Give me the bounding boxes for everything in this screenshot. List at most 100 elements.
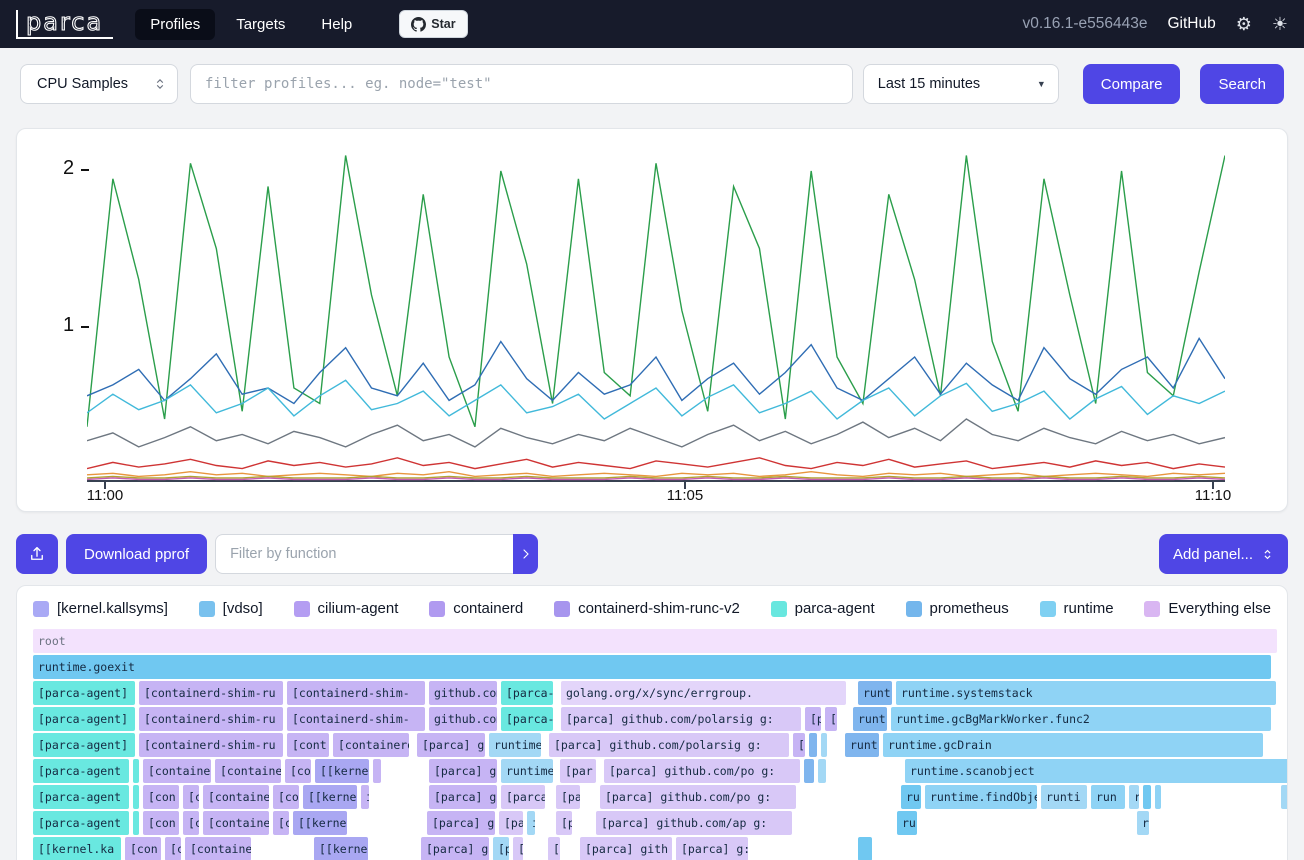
flame-cell[interactable]: root	[33, 629, 1277, 653]
flame-cell[interactable]: [p	[805, 707, 821, 731]
flame-cell[interactable]: [parca] g:	[417, 733, 485, 757]
flame-cell[interactable]: [parca] g:	[421, 837, 489, 860]
flame-cell[interactable]: [cont	[287, 733, 329, 757]
time-range-select[interactable]: Last 15 minutes ▼	[862, 64, 1059, 104]
flame-cell[interactable]: [parca-	[501, 681, 553, 705]
profile-type-select[interactable]: CPU Samples	[20, 64, 178, 104]
flame-cell[interactable]	[133, 785, 139, 809]
flame-cell[interactable]: [parca-agent]	[33, 733, 135, 757]
flame-cell[interactable]: run	[1091, 785, 1125, 809]
flame-cell[interactable]: [containe	[203, 811, 269, 835]
flame-cell[interactable]: [	[513, 837, 523, 860]
flame-cell[interactable]: [c	[165, 837, 181, 860]
flame-cell[interactable]: runtime.goexit	[33, 655, 1271, 679]
function-filter-submit-button[interactable]	[513, 534, 539, 574]
flame-cell[interactable]: [containerd-shim-ru	[139, 707, 283, 731]
flame-cell[interactable]: golang.org/x/sync/errgroup.	[561, 681, 846, 705]
flame-cell[interactable]: [parca] github.com/polarsig g:	[561, 707, 801, 731]
upload-share-button[interactable]	[16, 534, 58, 574]
github-star-button[interactable]: Star	[399, 10, 468, 38]
flame-cell[interactable]: [	[548, 837, 560, 860]
flame-cell[interactable]: [containerd-shim-	[287, 707, 425, 731]
legend-item[interactable]: runtime	[1039, 600, 1114, 617]
flame-cell[interactable]	[858, 837, 872, 860]
flame-cell[interactable]: [parca	[501, 785, 545, 809]
flame-cell[interactable]: runt	[858, 681, 892, 705]
flame-cell[interactable]	[821, 733, 827, 757]
flame-cell[interactable]: [con	[143, 811, 179, 835]
legend-item[interactable]: prometheus	[905, 600, 1009, 617]
flame-cell[interactable]: runt	[845, 733, 879, 757]
nav-tab-profiles[interactable]: Profiles	[135, 8, 216, 40]
flame-cell[interactable]: [con	[143, 785, 179, 809]
flame-cell[interactable]: [[kerne	[314, 837, 368, 860]
flame-cell[interactable]	[1143, 785, 1151, 809]
legend-item[interactable]: [kernel.kallsyms]	[33, 600, 168, 617]
flame-cell[interactable]: [parca] g:	[427, 811, 495, 835]
legend-item[interactable]: containerd-shim-runc-v2	[554, 600, 740, 617]
flame-cell[interactable]: [parca] github.com/polarsig g:	[549, 733, 789, 757]
flame-cell[interactable]: r	[1129, 785, 1139, 809]
flame-cell[interactable]: [containerd-shim-ru	[139, 681, 283, 705]
flame-cell[interactable]: [[kerne	[303, 785, 357, 809]
flame-cell[interactable]	[818, 759, 826, 783]
metrics-plot-area[interactable]	[87, 139, 1225, 482]
flame-cell[interactable]: [co	[285, 759, 311, 783]
flame-cell[interactable]: [parca-	[501, 707, 553, 731]
flame-cell[interactable]: [parca] g:	[429, 759, 497, 783]
profile-filter-input[interactable]	[190, 64, 853, 104]
flame-cell[interactable]: runtime.systemstack	[896, 681, 1276, 705]
download-pprof-button[interactable]: Download pprof	[66, 534, 208, 574]
flame-cell[interactable]: i	[361, 785, 369, 809]
legend-item[interactable]: Everything else	[1144, 600, 1271, 617]
flame-cell[interactable]: [c	[183, 811, 199, 835]
flame-cell[interactable]: [[kerne	[315, 759, 369, 783]
flame-cell[interactable]: [c	[183, 785, 199, 809]
flame-cell[interactable]	[1281, 785, 1287, 809]
nav-tab-help[interactable]: Help	[306, 9, 367, 40]
flame-cell[interactable]: runti	[1041, 785, 1087, 809]
flame-cell[interactable]: [parca-agent	[33, 759, 129, 783]
flame-cell[interactable]: [containerd-shim-ru	[139, 733, 283, 757]
function-filter-input[interactable]	[215, 534, 514, 574]
flame-cell[interactable]: [containe	[215, 759, 281, 783]
flame-cell[interactable]: runtime.scanobject	[905, 759, 1287, 783]
flame-cell[interactable]: [parca] g:	[429, 785, 497, 809]
flame-cell[interactable]: runtime.gcBgMarkWorker.func2	[891, 707, 1271, 731]
flame-cell[interactable]: i	[527, 811, 535, 835]
compare-button[interactable]: Compare	[1082, 64, 1181, 104]
github-link[interactable]: GitHub	[1167, 15, 1215, 33]
legend-item[interactable]: parca-agent	[770, 600, 875, 617]
flame-cell[interactable]	[809, 733, 817, 757]
flame-cell[interactable]: [[kernel.ka	[33, 837, 121, 860]
search-button[interactable]: Search	[1200, 64, 1284, 104]
flame-cell[interactable]: [co	[273, 785, 299, 809]
legend-item[interactable]: cilium-agent	[293, 600, 398, 617]
nav-tab-targets[interactable]: Targets	[221, 9, 300, 40]
flame-cell[interactable]: runtime.gcDrain	[883, 733, 1263, 757]
flame-cell[interactable]: runtime.findObje	[925, 785, 1037, 809]
flame-cell[interactable]: runtime	[501, 759, 553, 783]
flame-cell[interactable]: [parca] github.com/ap g:	[596, 811, 792, 835]
flame-cell[interactable]: [parca] gith	[580, 837, 672, 860]
flame-cell[interactable]	[1155, 785, 1161, 809]
flame-cell[interactable]: [[kerne	[293, 811, 347, 835]
flame-cell[interactable]: [c	[273, 811, 289, 835]
flame-cell[interactable]: [containerd	[333, 733, 409, 757]
flame-cell[interactable]: github.com	[429, 707, 497, 731]
flame-cell[interactable]: runtime	[489, 733, 541, 757]
parca-logo[interactable]: parca	[16, 9, 114, 39]
flame-cell[interactable]: [parca-agent	[33, 811, 129, 835]
flame-cell[interactable]: runt	[853, 707, 887, 731]
legend-item[interactable]: [vdso]	[198, 600, 263, 617]
flame-cell[interactable]: [containe	[203, 785, 269, 809]
flame-cell[interactable]: [con	[125, 837, 161, 860]
flame-cell[interactable]: [pa	[499, 811, 523, 835]
flame-cell[interactable]: r	[1137, 811, 1149, 835]
flame-cell[interactable]: [parca-agent	[33, 785, 129, 809]
legend-item[interactable]: containerd	[429, 600, 523, 617]
flame-cell[interactable]	[133, 759, 139, 783]
flame-cell[interactable]: [parca] github.com/po g:	[600, 785, 796, 809]
add-panel-button[interactable]: Add panel...	[1158, 534, 1288, 574]
theme-toggle-sun-icon[interactable]: ☀	[1272, 15, 1288, 33]
